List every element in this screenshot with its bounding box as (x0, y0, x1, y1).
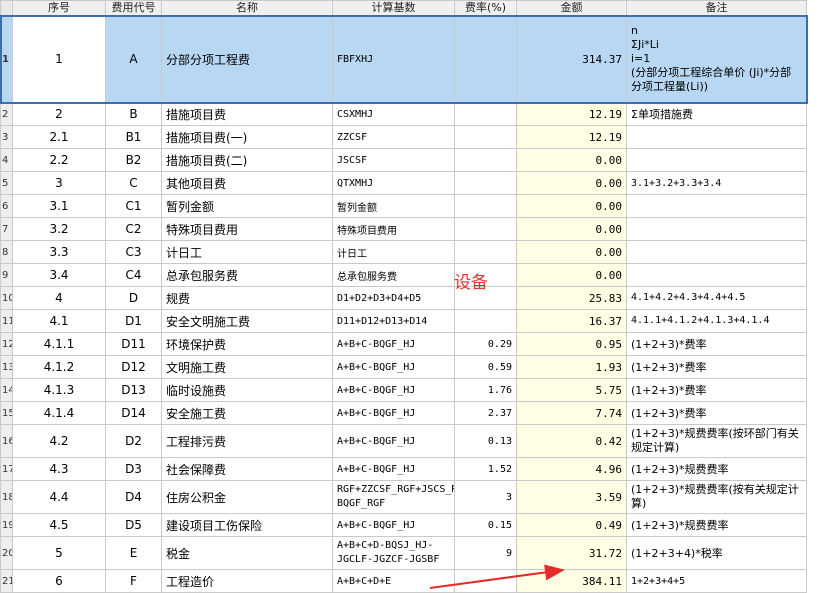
red-arrow-annotation (429, 564, 565, 589)
